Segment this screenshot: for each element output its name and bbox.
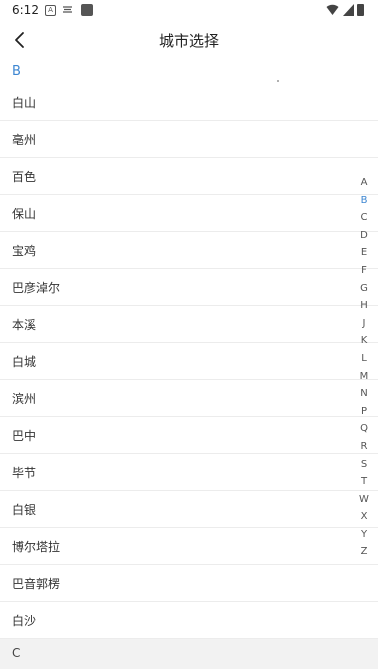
index-letter[interactable]: X: [352, 508, 376, 526]
status-bar: 6:12 A: [0, 0, 378, 22]
chevron-left-icon: [15, 32, 24, 48]
index-letter[interactable]: A: [352, 174, 376, 192]
city-item[interactable]: 百色: [0, 158, 378, 195]
index-letter[interactable]: F: [352, 262, 376, 280]
index-letter[interactable]: S: [352, 456, 376, 474]
city-item[interactable]: 本溪: [0, 306, 378, 343]
section-header-c: C: [0, 639, 378, 669]
city-item[interactable]: 白城: [0, 343, 378, 380]
city-name: 博尔塔拉: [12, 540, 61, 554]
city-name: 毕节: [12, 466, 37, 480]
city-name: 巴音郭楞: [12, 577, 61, 591]
notification-a-icon: A: [45, 5, 56, 16]
city-item[interactable]: 巴中: [0, 417, 378, 454]
index-letter[interactable]: M: [352, 368, 376, 386]
index-letter[interactable]: Q: [352, 420, 376, 438]
city-item[interactable]: 滨州: [0, 380, 378, 417]
index-letter[interactable]: Z: [352, 543, 376, 561]
section-letter: C: [12, 646, 21, 660]
city-name: 白山: [12, 96, 37, 110]
city-name: 白银: [12, 503, 37, 517]
index-letter[interactable]: J: [352, 315, 376, 333]
city-name: 宝鸡: [12, 244, 37, 258]
city-item[interactable]: 巴音郭楞: [0, 565, 378, 602]
city-select-screen: 6:12 A 城市选择 B 白山 亳州 百色 保山 宝鸡 巴彦淖尔 本溪 白城 …: [0, 0, 378, 672]
index-letter[interactable]: D: [352, 227, 376, 245]
city-name: 白沙: [12, 614, 37, 628]
index-letter[interactable]: R: [352, 438, 376, 456]
city-item[interactable]: 白银: [0, 491, 378, 528]
back-button[interactable]: [6, 26, 34, 54]
index-letter[interactable]: E: [352, 244, 376, 262]
city-name: 亳州: [12, 133, 37, 147]
header: 城市选择: [0, 22, 378, 58]
city-item[interactable]: 白沙: [0, 602, 378, 639]
status-time: 6:12: [12, 3, 39, 17]
index-letter[interactable]: Y: [352, 526, 376, 544]
index-letter[interactable]: B: [352, 192, 376, 210]
city-item[interactable]: 保山: [0, 195, 378, 232]
city-name: 白城: [12, 355, 37, 369]
index-letter[interactable]: N: [352, 385, 376, 403]
battery-icon: [357, 4, 364, 16]
wifi-icon: [326, 4, 339, 15]
index-letter[interactable]: L: [352, 350, 376, 368]
city-item[interactable]: 博尔塔拉: [0, 528, 378, 565]
city-name: 本溪: [12, 318, 37, 332]
index-letter[interactable]: T: [352, 473, 376, 491]
index-letter[interactable]: W: [352, 491, 376, 509]
alphabet-index-bar[interactable]: ABCDEFGHJKLMNPQRSTWXYZ: [352, 174, 376, 561]
city-item[interactable]: 亳州: [0, 121, 378, 158]
notification-b-icon: [63, 6, 72, 13]
city-name: 滨州: [12, 392, 37, 406]
city-name: 百色: [12, 170, 37, 184]
section-letter: B: [12, 64, 21, 79]
city-item[interactable]: 毕节: [0, 454, 378, 491]
index-letter[interactable]: P: [352, 403, 376, 421]
section-header-b: B: [0, 58, 378, 84]
index-letter[interactable]: H: [352, 297, 376, 315]
decorative-dot: [277, 80, 279, 82]
index-letter[interactable]: K: [352, 332, 376, 350]
notification-c-icon: [81, 4, 93, 16]
city-name: 巴彦淖尔: [12, 281, 61, 295]
city-item[interactable]: 巴彦淖尔: [0, 269, 378, 306]
index-letter[interactable]: G: [352, 280, 376, 298]
signal-icon: [343, 4, 354, 16]
city-name: 保山: [12, 207, 37, 221]
city-list: 白山 亳州 百色 保山 宝鸡 巴彦淖尔 本溪 白城 滨州 巴中 毕节 白银 博尔…: [0, 84, 378, 639]
city-item[interactable]: 白山: [0, 84, 378, 121]
index-letter[interactable]: C: [352, 209, 376, 227]
page-title: 城市选择: [158, 32, 219, 50]
city-name: 巴中: [12, 429, 37, 443]
city-item[interactable]: 宝鸡: [0, 232, 378, 269]
